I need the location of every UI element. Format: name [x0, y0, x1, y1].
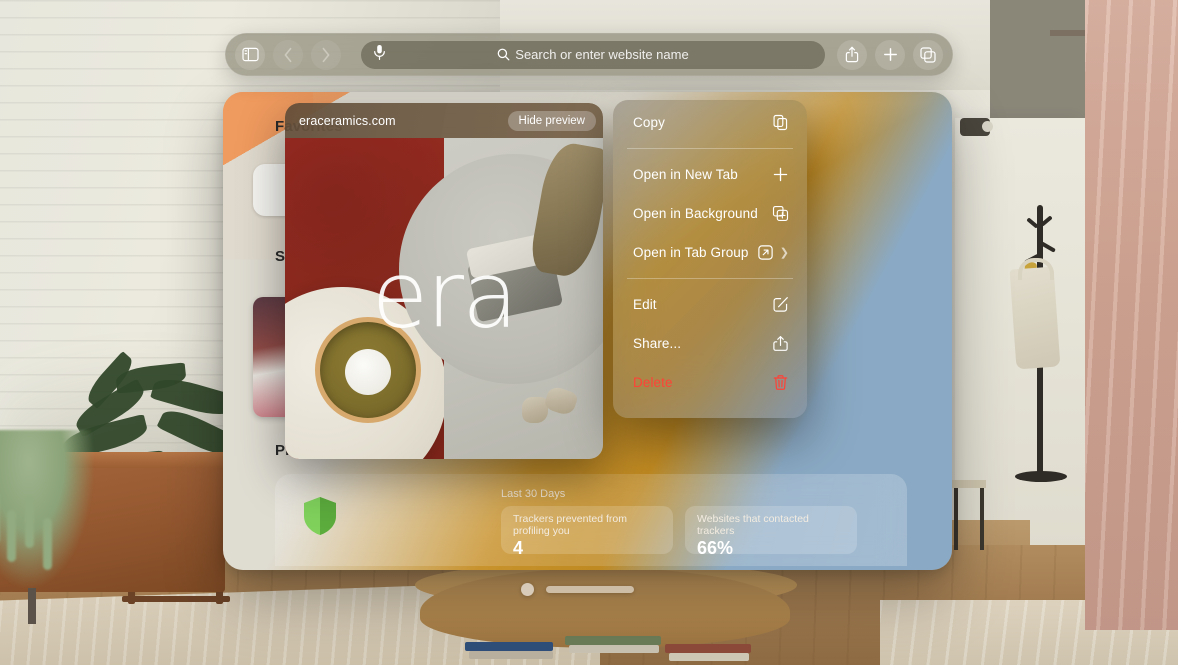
tab-overview-button[interactable]	[913, 39, 943, 70]
sidebar-icon	[241, 47, 259, 62]
coat-rack-bag	[1009, 266, 1061, 370]
search-icon	[497, 48, 510, 61]
privacy-stat-value: 4	[513, 538, 524, 559]
safari-toolbar: Search or enter website name	[225, 33, 953, 76]
hanging-plant	[0, 430, 95, 590]
privacy-stat-value: 66%	[697, 538, 734, 559]
sidebar-toggle-button[interactable]	[235, 39, 265, 70]
wall-lamp	[960, 118, 993, 136]
forward-button[interactable]	[311, 39, 341, 70]
menu-item-delete[interactable]: Delete	[613, 363, 807, 402]
shield-icon	[303, 496, 337, 541]
menu-separator	[627, 148, 793, 149]
back-button[interactable]	[273, 39, 303, 70]
stacked-books	[465, 632, 765, 665]
new-tab-button[interactable]	[875, 39, 905, 70]
room-chair	[952, 480, 986, 550]
privacy-stat-trackers[interactable]: Trackers prevented from profiling you 4	[501, 506, 673, 558]
privacy-stat-websites[interactable]: Websites that contacted trackers 66%	[685, 506, 857, 558]
menu-item-label: Open in Background	[633, 206, 758, 221]
tabs-icon	[920, 46, 936, 63]
menu-item-label: Edit	[633, 297, 657, 312]
menu-item-label: Open in New Tab	[633, 167, 738, 182]
plus-icon	[773, 167, 788, 182]
open-in-background-icon	[772, 205, 789, 222]
menu-item-share[interactable]: Share...	[613, 324, 807, 363]
link-preview-header: eraceramics.com Hide preview	[285, 103, 603, 138]
coat-rack-bag-handle	[1018, 258, 1054, 280]
privacy-report-card[interactable]: Last 30 Days Trackers prevented from pro…	[275, 474, 907, 566]
address-bar[interactable]: Search or enter website name	[361, 40, 825, 69]
sideboard-leg	[28, 588, 36, 624]
chevron-right-icon	[322, 47, 330, 62]
bowl-contents	[345, 348, 391, 395]
link-context-menu: Copy Open in New Tab Open in Background	[613, 100, 807, 418]
menu-item-open-in-background[interactable]: Open in Background	[613, 194, 807, 233]
window-resize-grabber[interactable]	[546, 586, 634, 593]
link-preview-image[interactable]: era	[285, 138, 603, 459]
chevron-right-icon: ❯	[779, 247, 789, 259]
pencil-square-icon	[773, 297, 788, 312]
copy-icon	[773, 114, 788, 131]
microphone-button[interactable]	[373, 44, 386, 66]
share-icon	[773, 336, 788, 351]
menu-item-label: Open in Tab Group	[633, 245, 749, 260]
privacy-stat-title: Websites that contacted trackers	[697, 513, 809, 538]
link-preview-panel: eraceramics.com Hide preview era	[285, 103, 603, 459]
link-preview-domain: eraceramics.com	[299, 113, 396, 128]
menu-item-open-in-new-tab[interactable]: Open in New Tab	[613, 155, 807, 194]
menu-item-open-in-tab-group[interactable]: Open in Tab Group ❯	[613, 233, 807, 272]
privacy-stat-title: Trackers prevented from profiling you	[513, 513, 627, 538]
hide-preview-button[interactable]: Hide preview	[507, 110, 596, 131]
menu-item-edit[interactable]: Edit	[613, 285, 807, 324]
menu-separator	[627, 278, 793, 279]
share-button[interactable]	[837, 39, 867, 70]
menu-item-copy[interactable]: Copy	[613, 103, 807, 142]
room-curtain	[1085, 0, 1178, 630]
chevron-left-icon	[284, 47, 292, 62]
menu-item-label: Share...	[633, 336, 682, 351]
microphone-icon	[374, 44, 385, 60]
share-icon	[845, 46, 859, 63]
menu-item-label: Delete	[633, 375, 673, 390]
menu-item-label: Copy	[633, 115, 665, 130]
resin-bits	[522, 384, 584, 423]
privacy-period-label: Last 30 Days	[501, 488, 566, 500]
ceramic-bowl	[315, 317, 421, 423]
open-in-tab-group-icon	[758, 245, 773, 260]
trash-icon	[773, 375, 788, 390]
address-bar-placeholder: Search or enter website name	[515, 47, 689, 62]
preview-image-right-half	[399, 138, 603, 459]
window-close-button[interactable]	[521, 583, 534, 596]
plus-icon	[883, 48, 897, 61]
